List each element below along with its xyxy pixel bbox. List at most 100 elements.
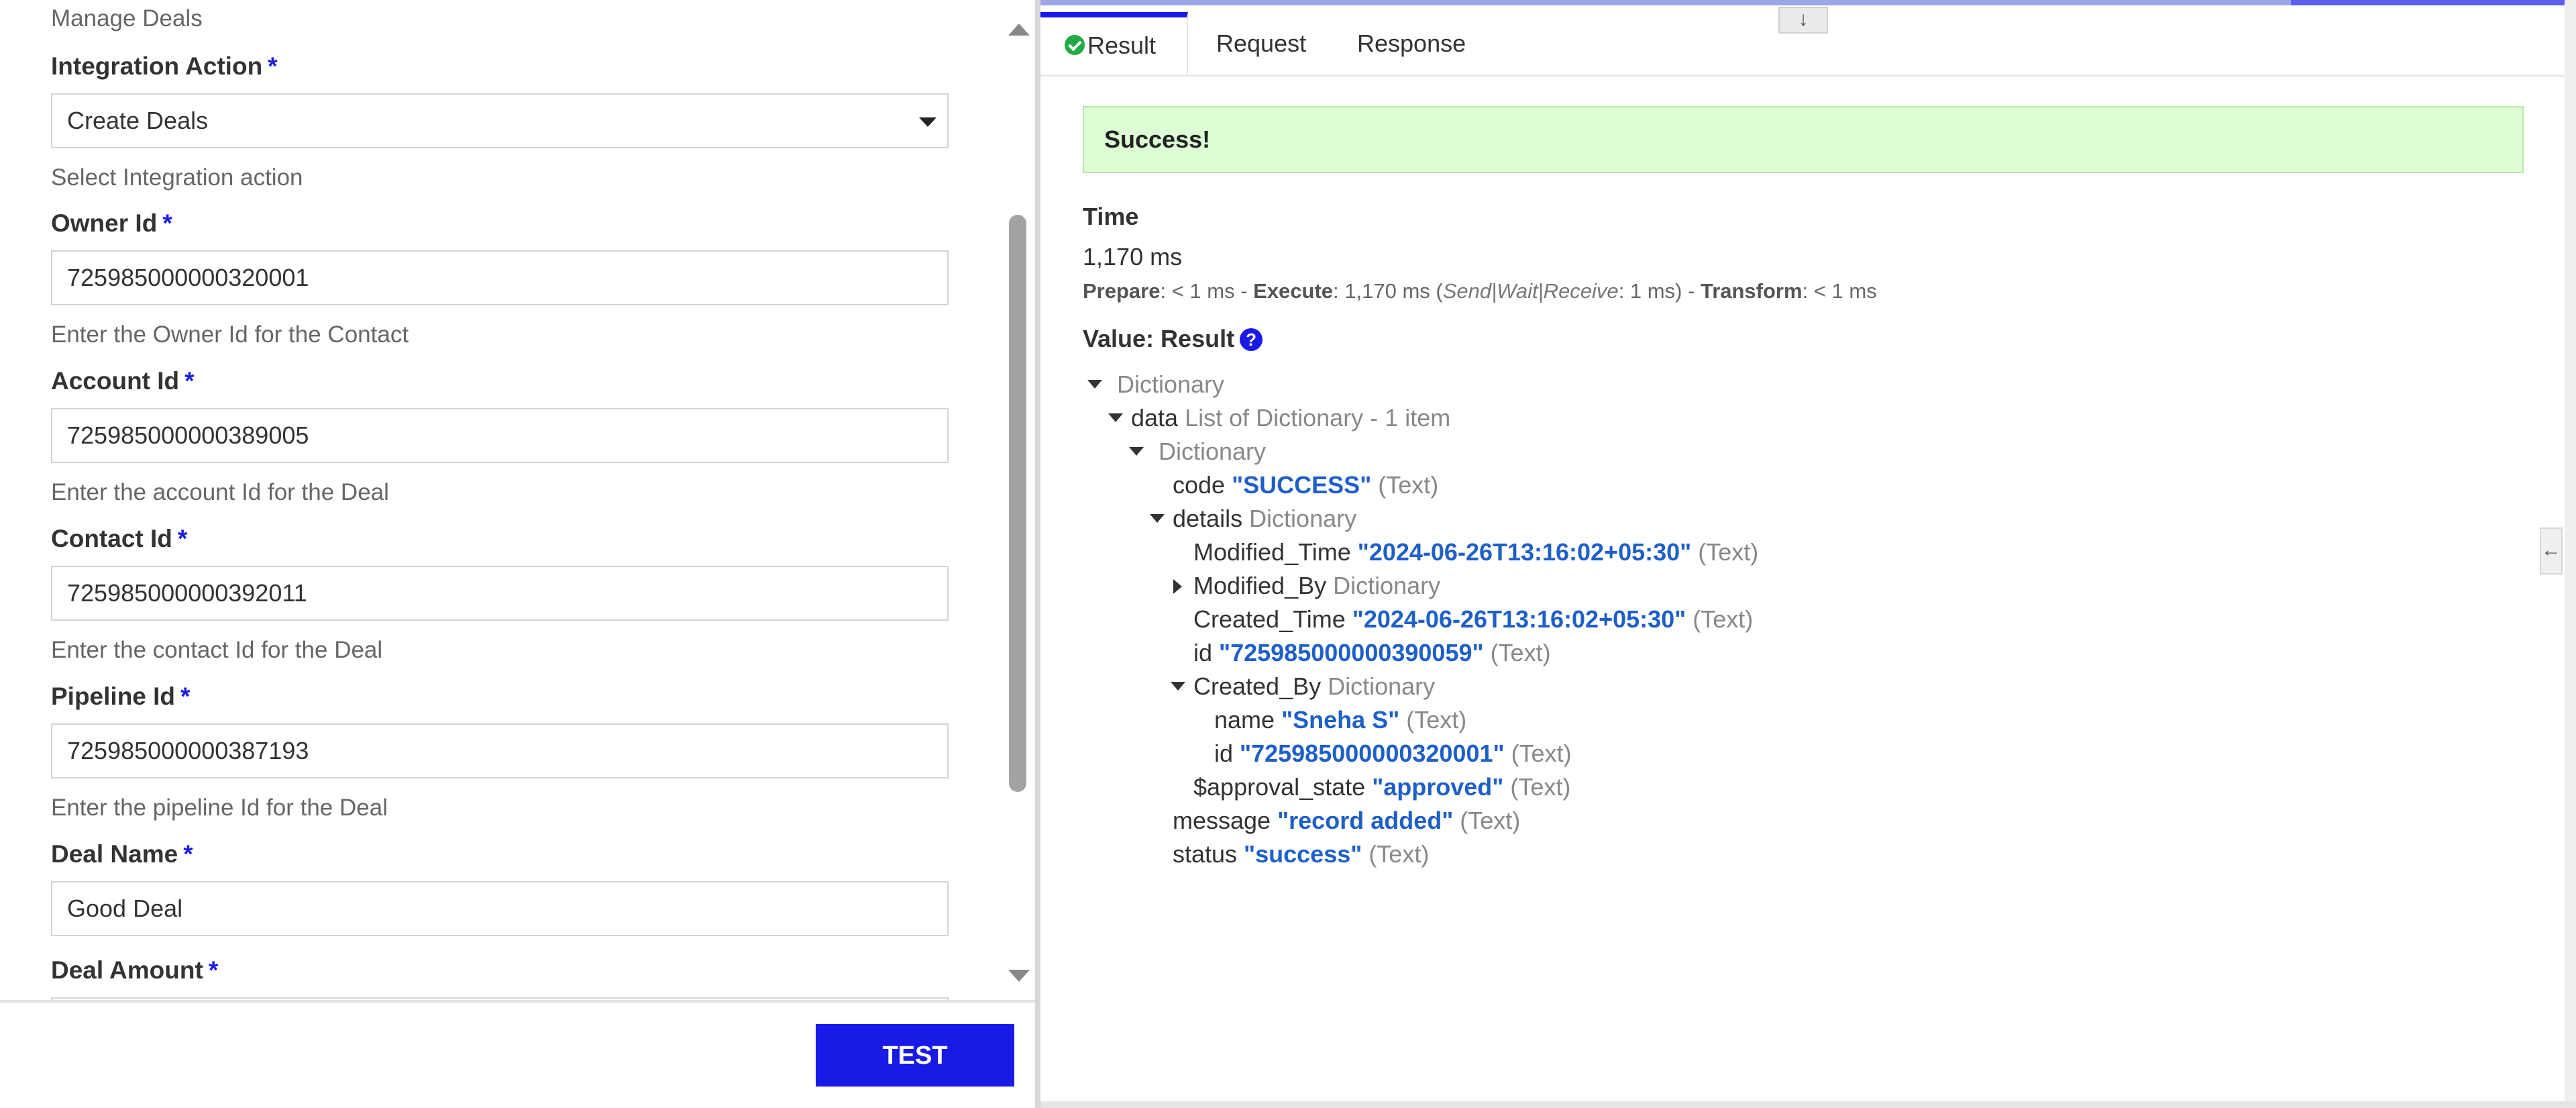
tree-value: "725985000000320001" — [1240, 740, 1505, 767]
tree-node[interactable]: Dictionary — [1087, 370, 1224, 399]
tree-value: "2024-06-26T13:16:02+05:30" — [1352, 605, 1686, 633]
tree-key: Created_Time — [1193, 605, 1346, 633]
tree-node: id "725985000000320001" (Text) — [1191, 740, 1572, 768]
tree-node[interactable]: data List of Dictionary - 1 item — [1108, 404, 1450, 432]
tree-value: "success" — [1244, 840, 1362, 868]
tree-node: code "SUCCESS" (Text) — [1150, 471, 1438, 499]
tree-key: data — [1131, 404, 1179, 432]
integration-action-label: Integration Action * — [51, 52, 278, 81]
contact-id-label: Contact Id * — [51, 525, 187, 553]
tree-value-type: (Text) — [1510, 773, 1571, 801]
tab-label: Result — [1087, 32, 1157, 59]
account-id-input[interactable]: 725985000000389005 — [51, 408, 949, 463]
prepare-value: : < 1 ms - — [1160, 279, 1254, 303]
tree-value: "SUCCESS" — [1232, 471, 1372, 499]
integration-action-helper: Select Integration action — [51, 164, 303, 191]
required-mark: * — [183, 840, 193, 868]
prepare-label: Prepare — [1083, 279, 1161, 303]
pipeline-id-input[interactable]: 725985000000387193 — [51, 723, 949, 778]
tree-node: name "Sneha S" (Text) — [1191, 706, 1466, 734]
caret-right-icon[interactable] — [1171, 572, 1193, 600]
tree-node: status "success" (Text) — [1150, 840, 1429, 868]
tree-key: message — [1173, 807, 1271, 834]
owner-id-input[interactable]: 725985000000320001 — [51, 250, 949, 305]
tree-key: id — [1214, 740, 1234, 767]
form-panel: Manage Deals Integration Action * Create … — [0, 0, 1035, 1000]
tree-node[interactable]: details Dictionary — [1150, 505, 1356, 533]
result-tabs: Result Request Response — [1040, 12, 2565, 77]
window-edge — [2565, 0, 2576, 1108]
tree-node[interactable]: Created_By Dictionary — [1171, 672, 1435, 701]
integration-action-select[interactable]: Create Deals — [51, 93, 949, 148]
deal-amount-label: Deal Amount * — [51, 956, 218, 985]
time-value: 1,170 ms — [1083, 243, 1183, 270]
tree-value: "record added" — [1277, 807, 1454, 834]
tree-value: "2024-06-26T13:16:02+05:30" — [1357, 538, 1692, 566]
required-mark: * — [268, 52, 278, 80]
label-text: Deal Name — [51, 840, 178, 868]
tree-node[interactable]: Dictionary — [1129, 438, 1266, 466]
scroll-down-arrow-icon[interactable] — [1008, 970, 1030, 982]
form-footer: TEST REQUEST — [0, 1000, 1035, 1108]
top-progress-highlight — [2291, 0, 2566, 5]
tree-value-type: (Text) — [1490, 639, 1551, 666]
required-mark: * — [208, 956, 219, 984]
tree-type: Dictionary — [1249, 505, 1357, 532]
required-mark: * — [184, 367, 195, 395]
value-heading: Value: Result? — [1083, 325, 1263, 353]
tree-type: Dictionary — [1328, 672, 1436, 700]
execute-label: Execute — [1253, 279, 1334, 303]
caret-down-icon[interactable] — [1129, 438, 1152, 466]
tree-key: Modified_Time — [1193, 538, 1351, 566]
caret-down-icon[interactable] — [1150, 505, 1173, 533]
test-request-button[interactable]: TEST REQUEST — [816, 1024, 1014, 1108]
label-text: Deal Amount — [51, 956, 203, 984]
caret-down-icon[interactable] — [1108, 404, 1131, 432]
pipeline-id-label: Pipeline Id * — [51, 683, 190, 711]
tab-response[interactable]: Response — [1357, 12, 1466, 75]
tree-type: Dictionary — [1159, 438, 1267, 465]
result-panel: ↓ Result Request Response Success! Time … — [1040, 5, 2565, 1101]
value-heading-text: Value: Result — [1083, 325, 1235, 352]
label-text: Account Id — [51, 367, 180, 395]
tree-key: name — [1214, 706, 1275, 734]
tree-key: $approval_state — [1193, 773, 1366, 801]
required-mark: * — [162, 209, 172, 237]
label-text: Owner Id — [51, 209, 158, 237]
owner-id-label: Owner Id * — [51, 209, 172, 238]
tab-result[interactable]: Result — [1040, 12, 1188, 75]
contact-id-input[interactable]: 725985000000392011 — [51, 566, 949, 621]
deal-name-label: Deal Name * — [51, 840, 193, 868]
label-text: Contact Id — [51, 525, 172, 552]
question-circle-icon[interactable]: ? — [1240, 328, 1263, 351]
tree-node[interactable]: Modified_By Dictionary — [1171, 572, 1440, 600]
send-value: : 1 ms) - — [1618, 279, 1701, 303]
scrollbar-thumb[interactable] — [1009, 215, 1026, 792]
transform-value: : < 1 ms — [1802, 279, 1877, 303]
execute-value: : 1,170 ms ( — [1333, 279, 1443, 303]
contact-id-helper: Enter the contact Id for the Deal — [51, 637, 383, 663]
label-text: Integration Action — [51, 52, 263, 80]
select-value: Create Deals — [67, 107, 209, 134]
tab-request[interactable]: Request — [1216, 12, 1306, 75]
tree-key: status — [1173, 840, 1238, 868]
tree-node: Created_Time "2024-06-26T13:16:02+05:30"(… — [1171, 605, 1753, 634]
scroll-up-arrow-icon[interactable] — [1008, 23, 1030, 36]
deal-name-input[interactable]: Good Deal — [51, 881, 949, 936]
tree-key: Created_By — [1193, 672, 1322, 700]
tree-value-type: (Text) — [1698, 538, 1759, 566]
tree-key: id — [1193, 639, 1213, 666]
caret-down-icon[interactable] — [1171, 672, 1193, 701]
owner-id-helper: Enter the Owner Id for the Contact — [51, 321, 409, 348]
window-bottom-edge — [1040, 1101, 2576, 1108]
tree-key: code — [1173, 471, 1226, 499]
tree-node: id "725985000000390059" (Text) — [1171, 639, 1551, 667]
tree-type: Dictionary — [1333, 572, 1441, 599]
tree-value-type: (Text) — [1693, 605, 1754, 633]
arrow-left-icon[interactable]: ← — [2540, 527, 2563, 574]
time-breakdown: Prepare: < 1 ms - Execute: 1,170 ms (Sen… — [1083, 279, 1877, 303]
required-mark: * — [180, 683, 191, 710]
required-mark: * — [177, 525, 188, 552]
caret-down-icon[interactable] — [1087, 370, 1110, 399]
tree-value-type: (Text) — [1378, 471, 1439, 499]
